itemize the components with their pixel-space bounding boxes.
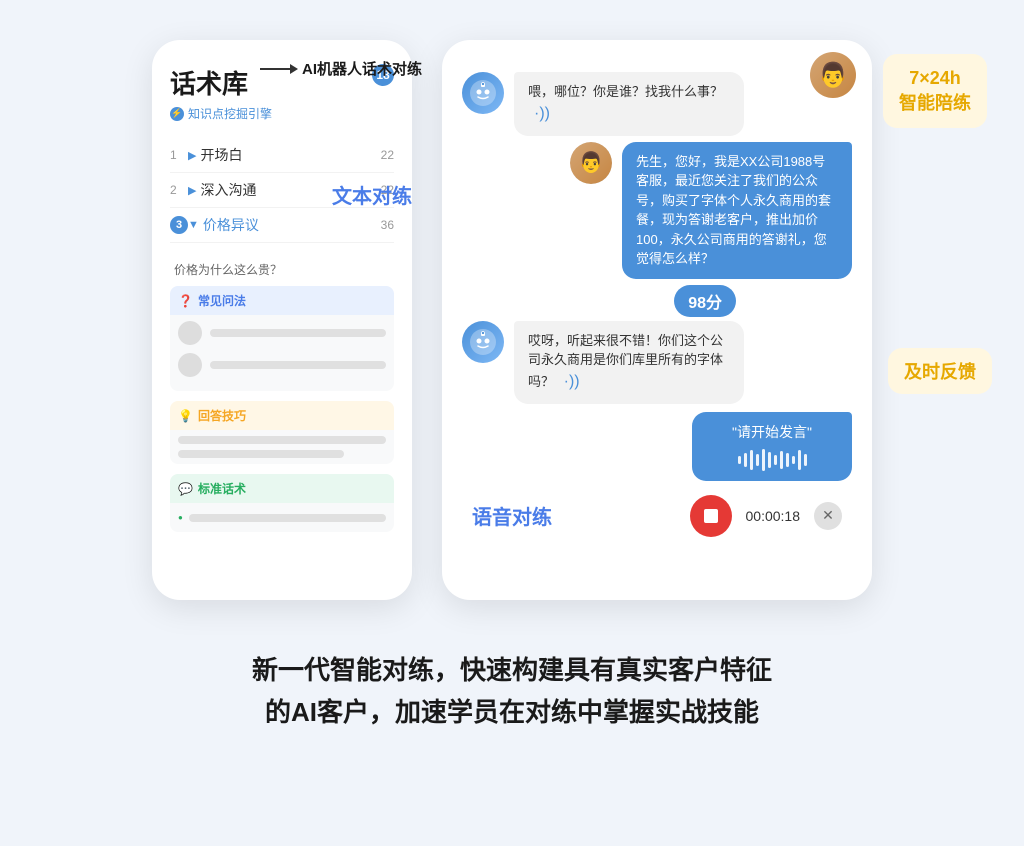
bot-avatar-1: [462, 72, 504, 114]
msg-2: 先生，您好，我是XX公司1988号客服，最近您关注了我们的公众号，购买了字体个人…: [462, 142, 852, 279]
std-rows: ●: [170, 503, 394, 532]
voice-controls-row: 语音对练 00:00:18 ✕: [462, 495, 852, 537]
waveform: [706, 449, 838, 471]
wave-8: [780, 451, 783, 469]
std-skeleton: [189, 514, 386, 522]
voice-bubble: "请开始发言": [692, 412, 852, 481]
msg-bubble-2: 先生，您好，我是XX公司1988号客服，最近您关注了我们的公众号，购买了字体个人…: [622, 142, 852, 279]
text-practice-label: 文本对练: [332, 180, 412, 209]
tips-icon: 💡: [178, 409, 193, 423]
close-button[interactable]: ✕: [814, 502, 842, 530]
tips-header: 💡 回答技巧: [170, 401, 394, 430]
sound-icon-2: ·)): [564, 373, 580, 390]
menu-num-1: 1: [170, 148, 188, 162]
menu-item-3[interactable]: 3 ▼ 价格异议 36: [170, 208, 394, 243]
msg-text-1: 喂，哪位？你是谁？找我什么事？: [528, 84, 723, 99]
knowledge-icon: ⚡: [170, 107, 184, 121]
bot-avatar-2: [462, 321, 504, 363]
msg-bubble-1: 喂，哪位？你是谁？找我什么事？ ·)): [514, 72, 744, 136]
wave-12: [804, 454, 807, 466]
menu-item-1[interactable]: 1 ▶ 开场白 22: [170, 138, 394, 173]
wave-4: [756, 454, 759, 466]
menu-num-2: 2: [170, 183, 188, 197]
faq-label: 常见问法: [198, 292, 246, 309]
wave-2: [744, 453, 747, 467]
skeleton-1: [210, 329, 386, 337]
std-icon: 💬: [178, 482, 193, 496]
user-avatar-top: 👨: [810, 52, 856, 98]
faq-rows: [170, 315, 394, 391]
wave-7: [774, 455, 777, 465]
faq-header: ❓ 常见问法: [170, 286, 394, 315]
msg-text-2: 先生，您好，我是XX公司1988号客服，最近您关注了我们的公众号，购买了字体个人…: [636, 154, 831, 267]
tips-skeleton-2: [178, 450, 344, 458]
tips-skeleton-1: [178, 436, 386, 444]
faq-row-1: [178, 321, 386, 345]
bottom-text-section: 新一代智能对练，快速构建具有真实客户特征 的AI客户，加速学员在对练中掌握实战技…: [232, 650, 792, 733]
menu-count-1: 22: [381, 148, 394, 162]
score-badge: 98分: [674, 285, 736, 317]
menu-arrow-3: ▼: [188, 219, 199, 231]
std-row: ●: [178, 509, 386, 526]
faq-row-2: [178, 353, 386, 377]
msg-bubble-3: 哎呀，听起来很不错！你们这个公司永久商用是你们库里所有的字体吗？ ·)): [514, 321, 744, 404]
user-avatar-2: 👨: [570, 142, 612, 184]
tips-rows: [170, 430, 394, 464]
menu-arrow-1: ▶: [188, 149, 196, 162]
arrow-line: [260, 64, 298, 74]
std-label: 标准话术: [198, 480, 246, 497]
timer: 00:00:18: [746, 508, 801, 524]
menu-count-3: 36: [381, 218, 394, 232]
wave-9: [786, 453, 789, 467]
subtitle-text: 知识点挖掘引擎: [188, 105, 272, 122]
arrow-bar: [260, 68, 290, 70]
arrow-connector: AI机器人话术对练: [260, 58, 422, 79]
std-section: 💬 标准话术 ●: [170, 474, 394, 532]
std-bullet: ●: [178, 513, 183, 522]
side-label-mid: 及时反馈: [888, 348, 992, 394]
wave-3: [750, 450, 753, 470]
side-label-top: 7×24h 智能陪练: [883, 54, 987, 128]
menu-num-3: 3: [170, 216, 188, 234]
msg-1: 喂，哪位？你是谁？找我什么事？ ·)): [462, 72, 852, 136]
menu-label-1: 开场白: [200, 145, 380, 165]
record-btn-inner: [704, 509, 718, 523]
avatar-1: [178, 321, 202, 345]
std-header: 💬 标准话术: [170, 474, 394, 503]
arrow-head: [290, 64, 298, 74]
voice-practice-label: 语音对练: [472, 501, 552, 530]
top-section: 话术库 ⚡ 知识点挖掘引擎 18 1 ▶ 开场白 22 2 ▶ 深入沟通 22 …: [60, 40, 964, 600]
menu-label-3: 价格异议: [203, 215, 381, 235]
tips-label: 回答技巧: [198, 407, 246, 424]
faq-section: ❓ 常见问法: [170, 286, 394, 391]
user-img: 👨: [570, 142, 612, 184]
avatar-2: [178, 353, 202, 377]
sub-question: 价格为什么这么贵？: [170, 255, 394, 286]
record-button[interactable]: [690, 495, 732, 537]
phone-subtitle: ⚡ 知识点挖掘引擎: [170, 105, 394, 122]
wave-5: [762, 449, 765, 471]
wave-1: [738, 456, 741, 464]
faq-icon: ❓: [178, 294, 193, 308]
msg-text-3: 哎呀，听起来很不错！你们这个公司永久商用是你们库里所有的字体吗？: [528, 333, 723, 389]
tips-section: 💡 回答技巧: [170, 401, 394, 464]
msg-4-voice: "请开始发言": [462, 412, 852, 481]
wave-11: [798, 450, 801, 470]
score-row: 98分: [462, 285, 796, 317]
arrow-label-text: AI机器人话术对练: [302, 58, 422, 79]
bottom-line-2: 的AI客户，加速学员在对练中掌握实战技能: [252, 692, 772, 734]
msg-3: 哎呀，听起来很不错！你们这个公司永久商用是你们库里所有的字体吗？ ·)): [462, 321, 852, 404]
phone-right: 7×24h 智能陪练 👨 喂，哪位？你是谁？找我什么事？ ·)) 文本: [442, 40, 872, 600]
wave-10: [792, 456, 795, 464]
wave-6: [768, 452, 771, 468]
sound-icon-1: ·)): [534, 105, 550, 122]
menu-arrow-2: ▶: [188, 184, 196, 197]
voice-text: "请开始发言": [706, 422, 838, 443]
phone-left: 话术库 ⚡ 知识点挖掘引擎 18 1 ▶ 开场白 22 2 ▶ 深入沟通 22 …: [152, 40, 412, 600]
skeleton-2: [210, 361, 386, 369]
bottom-line-1: 新一代智能对练，快速构建具有真实客户特征: [252, 650, 772, 692]
